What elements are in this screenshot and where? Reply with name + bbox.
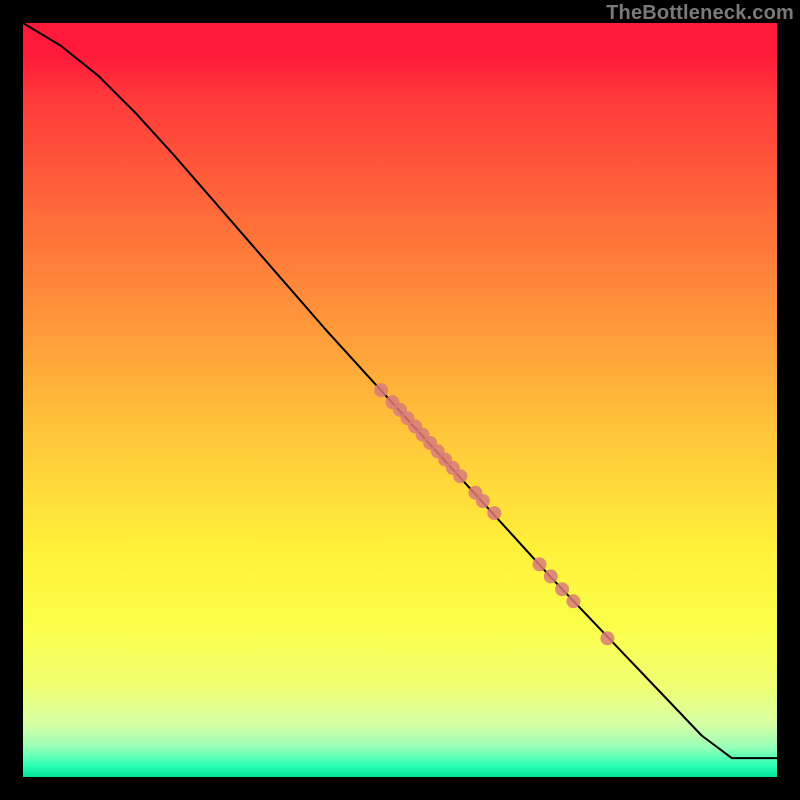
data-marker (487, 506, 501, 520)
data-marker (544, 569, 558, 583)
chart-stage: TheBottleneck.com (0, 0, 800, 800)
data-marker (374, 383, 388, 397)
data-markers (374, 383, 614, 645)
data-marker (555, 582, 569, 596)
data-marker (533, 557, 547, 571)
watermark-text: TheBottleneck.com (606, 2, 794, 25)
data-marker (476, 494, 490, 508)
plot-area (23, 23, 777, 777)
data-marker (600, 631, 614, 645)
chart-overlay (23, 23, 777, 777)
data-marker (566, 594, 580, 608)
curve-line (23, 23, 777, 758)
data-marker (453, 469, 467, 483)
curve-path (23, 23, 777, 758)
